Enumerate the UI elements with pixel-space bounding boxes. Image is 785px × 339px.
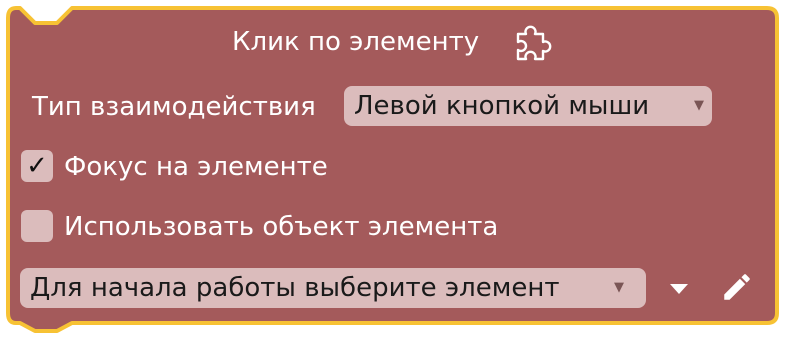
focus-checkbox[interactable]: ✓: [21, 150, 53, 182]
use-object-checkbox[interactable]: [21, 210, 53, 242]
element-select-value: Для начала работы выберите элемент: [30, 273, 560, 303]
focus-label: Фокус на элементе: [64, 152, 328, 182]
puzzle-icon: [516, 25, 552, 61]
pencil-icon[interactable]: [720, 270, 754, 304]
interaction-type-value: Левой кнопкой мыши: [354, 91, 650, 121]
interaction-type-select[interactable]: Левой кнопкой мыши ▼: [344, 86, 712, 126]
dropdown-arrow-icon: ▼: [694, 98, 704, 113]
interaction-type-label: Тип взаимодействия: [32, 92, 316, 122]
block-title: Клик по элементу: [232, 27, 480, 57]
element-select[interactable]: Для начала работы выберите элемент ▼: [20, 268, 646, 308]
block[interactable]: Клик по элементу Тип взаимодействия Лево…: [0, 0, 785, 339]
use-object-label: Использовать объект элемента: [64, 212, 499, 242]
chevron-down-icon[interactable]: [663, 278, 695, 300]
dropdown-arrow-icon: ▼: [614, 280, 624, 295]
check-icon: ✓: [26, 151, 48, 181]
